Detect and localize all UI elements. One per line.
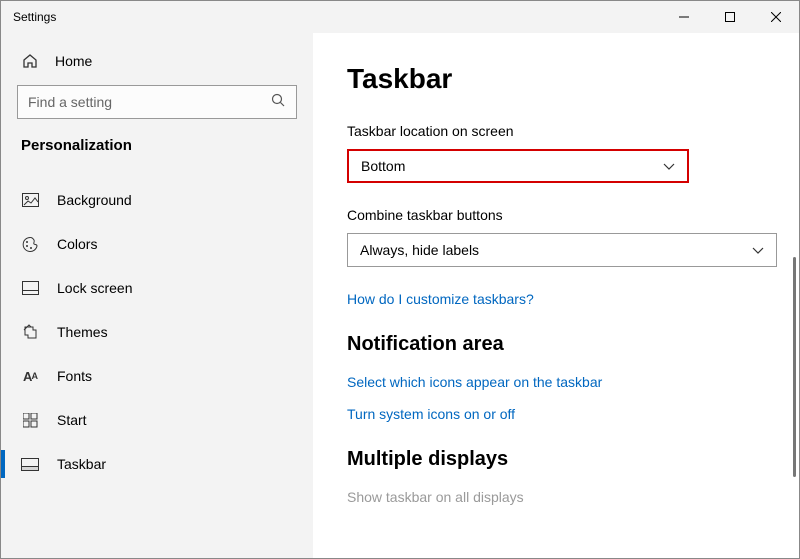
nav-colors[interactable]: Colors: [1, 222, 313, 266]
page-title: Taskbar: [347, 63, 799, 95]
section-header: Personalization: [1, 133, 313, 178]
close-icon: [771, 12, 781, 22]
palette-icon: [21, 236, 39, 253]
link-select-icons[interactable]: Select which icons appear on the taskbar: [347, 374, 799, 390]
window-title: Settings: [13, 10, 56, 24]
nav-label: Lock screen: [57, 280, 132, 296]
picture-icon: [21, 193, 39, 207]
maximize-icon: [725, 12, 735, 22]
home-label: Home: [55, 53, 92, 69]
chevron-down-icon: [663, 158, 675, 174]
location-value: Bottom: [361, 158, 405, 174]
nav-background[interactable]: Background: [1, 178, 313, 222]
notification-heading: Notification area: [347, 333, 799, 356]
nav-lockscreen[interactable]: Lock screen: [1, 266, 313, 310]
show-all-displays-label: Show taskbar on all displays: [347, 489, 799, 505]
taskbar-icon: [21, 458, 39, 471]
scrollbar[interactable]: [793, 257, 796, 477]
sidebar: Home Personalization Background Colors: [1, 33, 313, 558]
link-customize[interactable]: How do I customize taskbars?: [347, 291, 799, 307]
themes-icon: [21, 324, 39, 341]
search-icon: [271, 93, 286, 111]
lockscreen-icon: [21, 281, 39, 295]
chevron-down-icon: [752, 242, 764, 258]
search-input[interactable]: [28, 94, 271, 110]
home-icon: [21, 53, 39, 69]
location-label: Taskbar location on screen: [347, 123, 799, 139]
nav-label: Taskbar: [57, 456, 106, 472]
fonts-icon: AA: [21, 369, 39, 384]
titlebar: Settings: [1, 1, 799, 33]
home-nav[interactable]: Home: [1, 43, 313, 79]
nav-label: Themes: [57, 324, 108, 340]
nav-fonts[interactable]: AA Fonts: [1, 354, 313, 398]
nav-label: Colors: [57, 236, 97, 252]
close-button[interactable]: [753, 1, 799, 33]
location-dropdown[interactable]: Bottom: [347, 149, 689, 183]
multiple-displays-heading: Multiple displays: [347, 448, 799, 471]
nav-label: Fonts: [57, 368, 92, 384]
combine-dropdown[interactable]: Always, hide labels: [347, 233, 777, 267]
nav-taskbar[interactable]: Taskbar: [1, 442, 313, 486]
nav-label: Start: [57, 412, 87, 428]
link-system-icons[interactable]: Turn system icons on or off: [347, 406, 799, 422]
nav-label: Background: [57, 192, 132, 208]
nav-start[interactable]: Start: [1, 398, 313, 442]
combine-label: Combine taskbar buttons: [347, 207, 799, 223]
main-content: Taskbar Taskbar location on screen Botto…: [313, 33, 799, 558]
start-icon: [21, 413, 39, 428]
nav-list: Background Colors Lock screen Themes AA …: [1, 178, 313, 486]
search-box[interactable]: [17, 85, 297, 119]
combine-value: Always, hide labels: [360, 242, 479, 258]
nav-themes[interactable]: Themes: [1, 310, 313, 354]
maximize-button[interactable]: [707, 1, 753, 33]
minimize-button[interactable]: [661, 1, 707, 33]
window-controls: [661, 1, 799, 33]
minimize-icon: [679, 12, 689, 22]
